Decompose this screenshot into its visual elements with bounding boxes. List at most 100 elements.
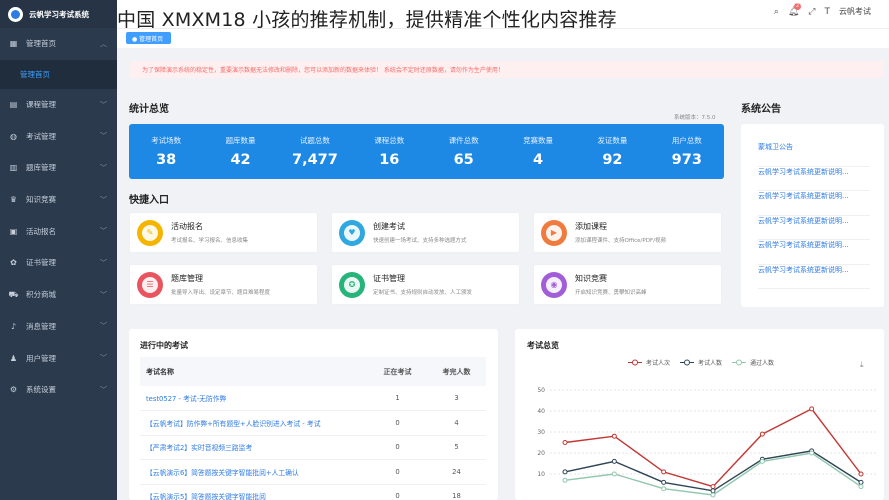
col-exam-name: 考试名称 — [140, 357, 368, 386]
data-point[interactable] — [661, 479, 667, 485]
quick-entry-desc: 添加课程课件、支持Office/PDF/视频 — [575, 238, 666, 244]
search-icon[interactable]: ⌕ — [774, 7, 779, 17]
exam-name-link[interactable]: 【云帆演示5】简答题按关键字智能批阅 — [140, 484, 368, 500]
sidebar-item-3[interactable]: ◍ 考试管理 ﹀ — [0, 120, 117, 152]
announcement-link[interactable]: 蒙城卫公告 — [758, 142, 870, 167]
legend-item[interactable]: 考试人次 — [628, 358, 670, 367]
data-point[interactable] — [858, 479, 864, 485]
col-done: 考完人数 — [427, 357, 486, 386]
sidebar-item-label: 系统设置 — [26, 385, 56, 395]
sidebar-item-label: 题库管理 — [26, 163, 56, 173]
quick-entry-title: 题库管理 — [171, 274, 203, 283]
exam-done-count: 3 — [427, 386, 486, 411]
stat-card: 课件总数 65 — [427, 124, 501, 179]
logo-icon — [8, 6, 23, 22]
bell-icon[interactable]: 🔔︎ 2 — [788, 2, 802, 17]
tab-home[interactable]: ● 管理首页 — [126, 32, 171, 44]
data-point[interactable] — [759, 431, 765, 437]
data-point[interactable] — [858, 484, 864, 490]
data-point[interactable] — [710, 492, 716, 498]
quick-entry-2[interactable]: ♥ 创建考试 快速创建一场考试、支持多种选题方式 — [331, 212, 520, 253]
y-tick-label: 30 — [537, 429, 545, 436]
data-point[interactable] — [611, 458, 617, 464]
quick-entry-title: 知识竞赛 — [575, 274, 607, 283]
quick-entry-1[interactable]: ✎ 活动报名 考试报名、学习报名、信息收集 — [129, 212, 318, 253]
sidebar-item-11[interactable]: ⚙ 系统设置 ﹀ — [0, 374, 117, 406]
exam-done-count: 4 — [427, 410, 486, 436]
chevron-down-icon: ﹀ — [100, 290, 107, 299]
table-row[interactable]: test0527 - 考试-无防作弊 1 3 — [140, 386, 486, 411]
data-point[interactable] — [710, 484, 716, 490]
data-point[interactable] — [858, 471, 864, 477]
exam-name-link[interactable]: test0527 - 考试-无防作弊 — [140, 386, 368, 411]
exam-name-link[interactable]: 【云帆考试】防作弊+所有题型+人脸识别进入考试 - 考试 — [140, 410, 368, 436]
medal-icon: ✪ — [339, 271, 365, 298]
chevron-down-icon: ﹀ — [100, 354, 107, 363]
chevron-down-icon: ﹀ — [100, 163, 107, 172]
stat-value: 4 — [533, 152, 544, 168]
stat-value: 7,477 — [292, 152, 338, 168]
data-point[interactable] — [710, 488, 716, 494]
sidebar-subitem-home[interactable]: 管理首页 — [0, 59, 117, 89]
data-point[interactable] — [809, 406, 815, 412]
sidebar-item-2[interactable]: ▤ 课程管理 ﹀ — [0, 89, 117, 121]
quick-title: 快捷入口 — [129, 195, 169, 206]
data-point[interactable] — [809, 450, 815, 456]
table-row[interactable]: 【云帆演示5】简答题按关键字智能批阅 0 18 — [140, 484, 486, 500]
data-point[interactable] — [611, 433, 617, 439]
list-icon: ☰ — [137, 271, 163, 298]
sidebar-item-5[interactable]: ♛ 知识竞赛 ﹀ — [0, 184, 117, 216]
sidebar-item-10[interactable]: ♟ 用户管理 ﹀ — [0, 342, 117, 374]
book-icon: ▤ — [9, 100, 18, 110]
data-point[interactable] — [759, 458, 765, 464]
stat-card: 竞赛数量 4 — [501, 124, 575, 179]
sidebar-item-8[interactable]: ⛟ 积分商城 ﹀ — [0, 279, 117, 311]
sidebar-item-6[interactable]: ▣ 活动报名 ﹀ — [0, 215, 117, 247]
data-point[interactable] — [611, 471, 617, 477]
exam-name-link[interactable]: 【严肃考试2】实时音视频三路监考 — [140, 435, 368, 460]
fullscreen-icon[interactable]: ⤢ — [808, 7, 815, 17]
sidebar-item-7[interactable]: ✿ 证书管理 ﹀ — [0, 247, 117, 279]
quick-entry-3[interactable]: ▶ 添加课程 添加课程课件、支持Office/PDF/视频 — [533, 212, 722, 253]
data-point[interactable] — [562, 469, 568, 475]
sidebar-item-1[interactable]: ▦ 管理首页 ︿ — [0, 28, 117, 60]
exam-done-count: 18 — [427, 484, 486, 500]
app-logo[interactable]: 云帆学习考试系统 — [0, 0, 117, 28]
exam-name-link[interactable]: 【云帆演示6】简答题按关键字智能批阅+人工确认 — [140, 459, 368, 485]
download-icon[interactable]: ⤓ — [860, 360, 864, 370]
data-point[interactable] — [661, 469, 667, 475]
font-size-icon[interactable]: T — [825, 7, 831, 17]
stat-value: 92 — [602, 152, 623, 168]
data-point[interactable] — [562, 477, 568, 483]
quick-entry-desc: 开启知识竞赛、勇攀知识高峰 — [575, 290, 647, 296]
calendar-icon: ▣ — [9, 226, 18, 236]
quick-entry-title: 活动报名 — [171, 222, 203, 231]
user-icon: ♟ — [9, 353, 18, 363]
certificate-icon: ✿ — [10, 258, 17, 268]
cart-icon: ⛟ — [8, 289, 19, 299]
quick-entry-4[interactable]: ☰ 题库管理批量导入导出、设定章节、题目难易程度 — [129, 264, 318, 305]
announcement-link[interactable]: 云帆学习考试系统更新说明... — [758, 191, 870, 216]
announcement-link[interactable]: 云帆学习考试系统更新说明... — [758, 240, 870, 265]
quick-entry-desc: 批量导入导出、设定章节、题目难易程度 — [171, 290, 271, 296]
data-point[interactable] — [661, 486, 667, 492]
announcement-link[interactable]: 云帆学习考试系统更新说明... — [758, 167, 870, 191]
quick-entry-6[interactable]: ◉ 知识竞赛 开启知识竞赛、勇攀知识高峰 — [533, 264, 722, 305]
table-row[interactable]: 【云帆演示6】简答题按关键字智能批阅+人工确认 0 24 — [140, 459, 486, 485]
sidebar-item-label: 管理首页 — [26, 39, 56, 49]
legend-item[interactable]: 通过人数 — [732, 358, 774, 367]
play-icon: ▶ — [541, 219, 567, 246]
user-name[interactable]: 云帆考试 — [839, 6, 871, 17]
table-row[interactable]: 【严肃考试2】实时音视频三路监考 0 5 — [140, 435, 486, 460]
overlay-caption: 中国 XMXM18 小孩的推荐机制，提供精准个性化内容推荐 — [117, 9, 617, 31]
announcement-link[interactable]: 云帆学习考试系统更新说明... — [758, 216, 870, 240]
data-point[interactable] — [562, 440, 568, 445]
table-row[interactable]: 【云帆考试】防作弊+所有题型+人脸识别进入考试 - 考试 0 4 — [140, 410, 486, 436]
sidebar-item-4[interactable]: ▥ 题库管理 ﹀ — [0, 152, 117, 184]
stat-value: 65 — [453, 152, 474, 168]
sidebar-item-9[interactable]: ♪ 消息管理 ﹀ — [0, 311, 117, 343]
legend-item[interactable]: 考试人数 — [680, 358, 722, 367]
quick-entry-5[interactable]: ✪ 证书管理 定制证书、支持规则自动发放、人工颁发 — [331, 264, 520, 305]
announcement-link[interactable]: 云帆学习考试系统更新说明... — [758, 265, 870, 289]
quick-entry-desc: 快速创建一场考试、支持多种选题方式 — [373, 238, 467, 244]
